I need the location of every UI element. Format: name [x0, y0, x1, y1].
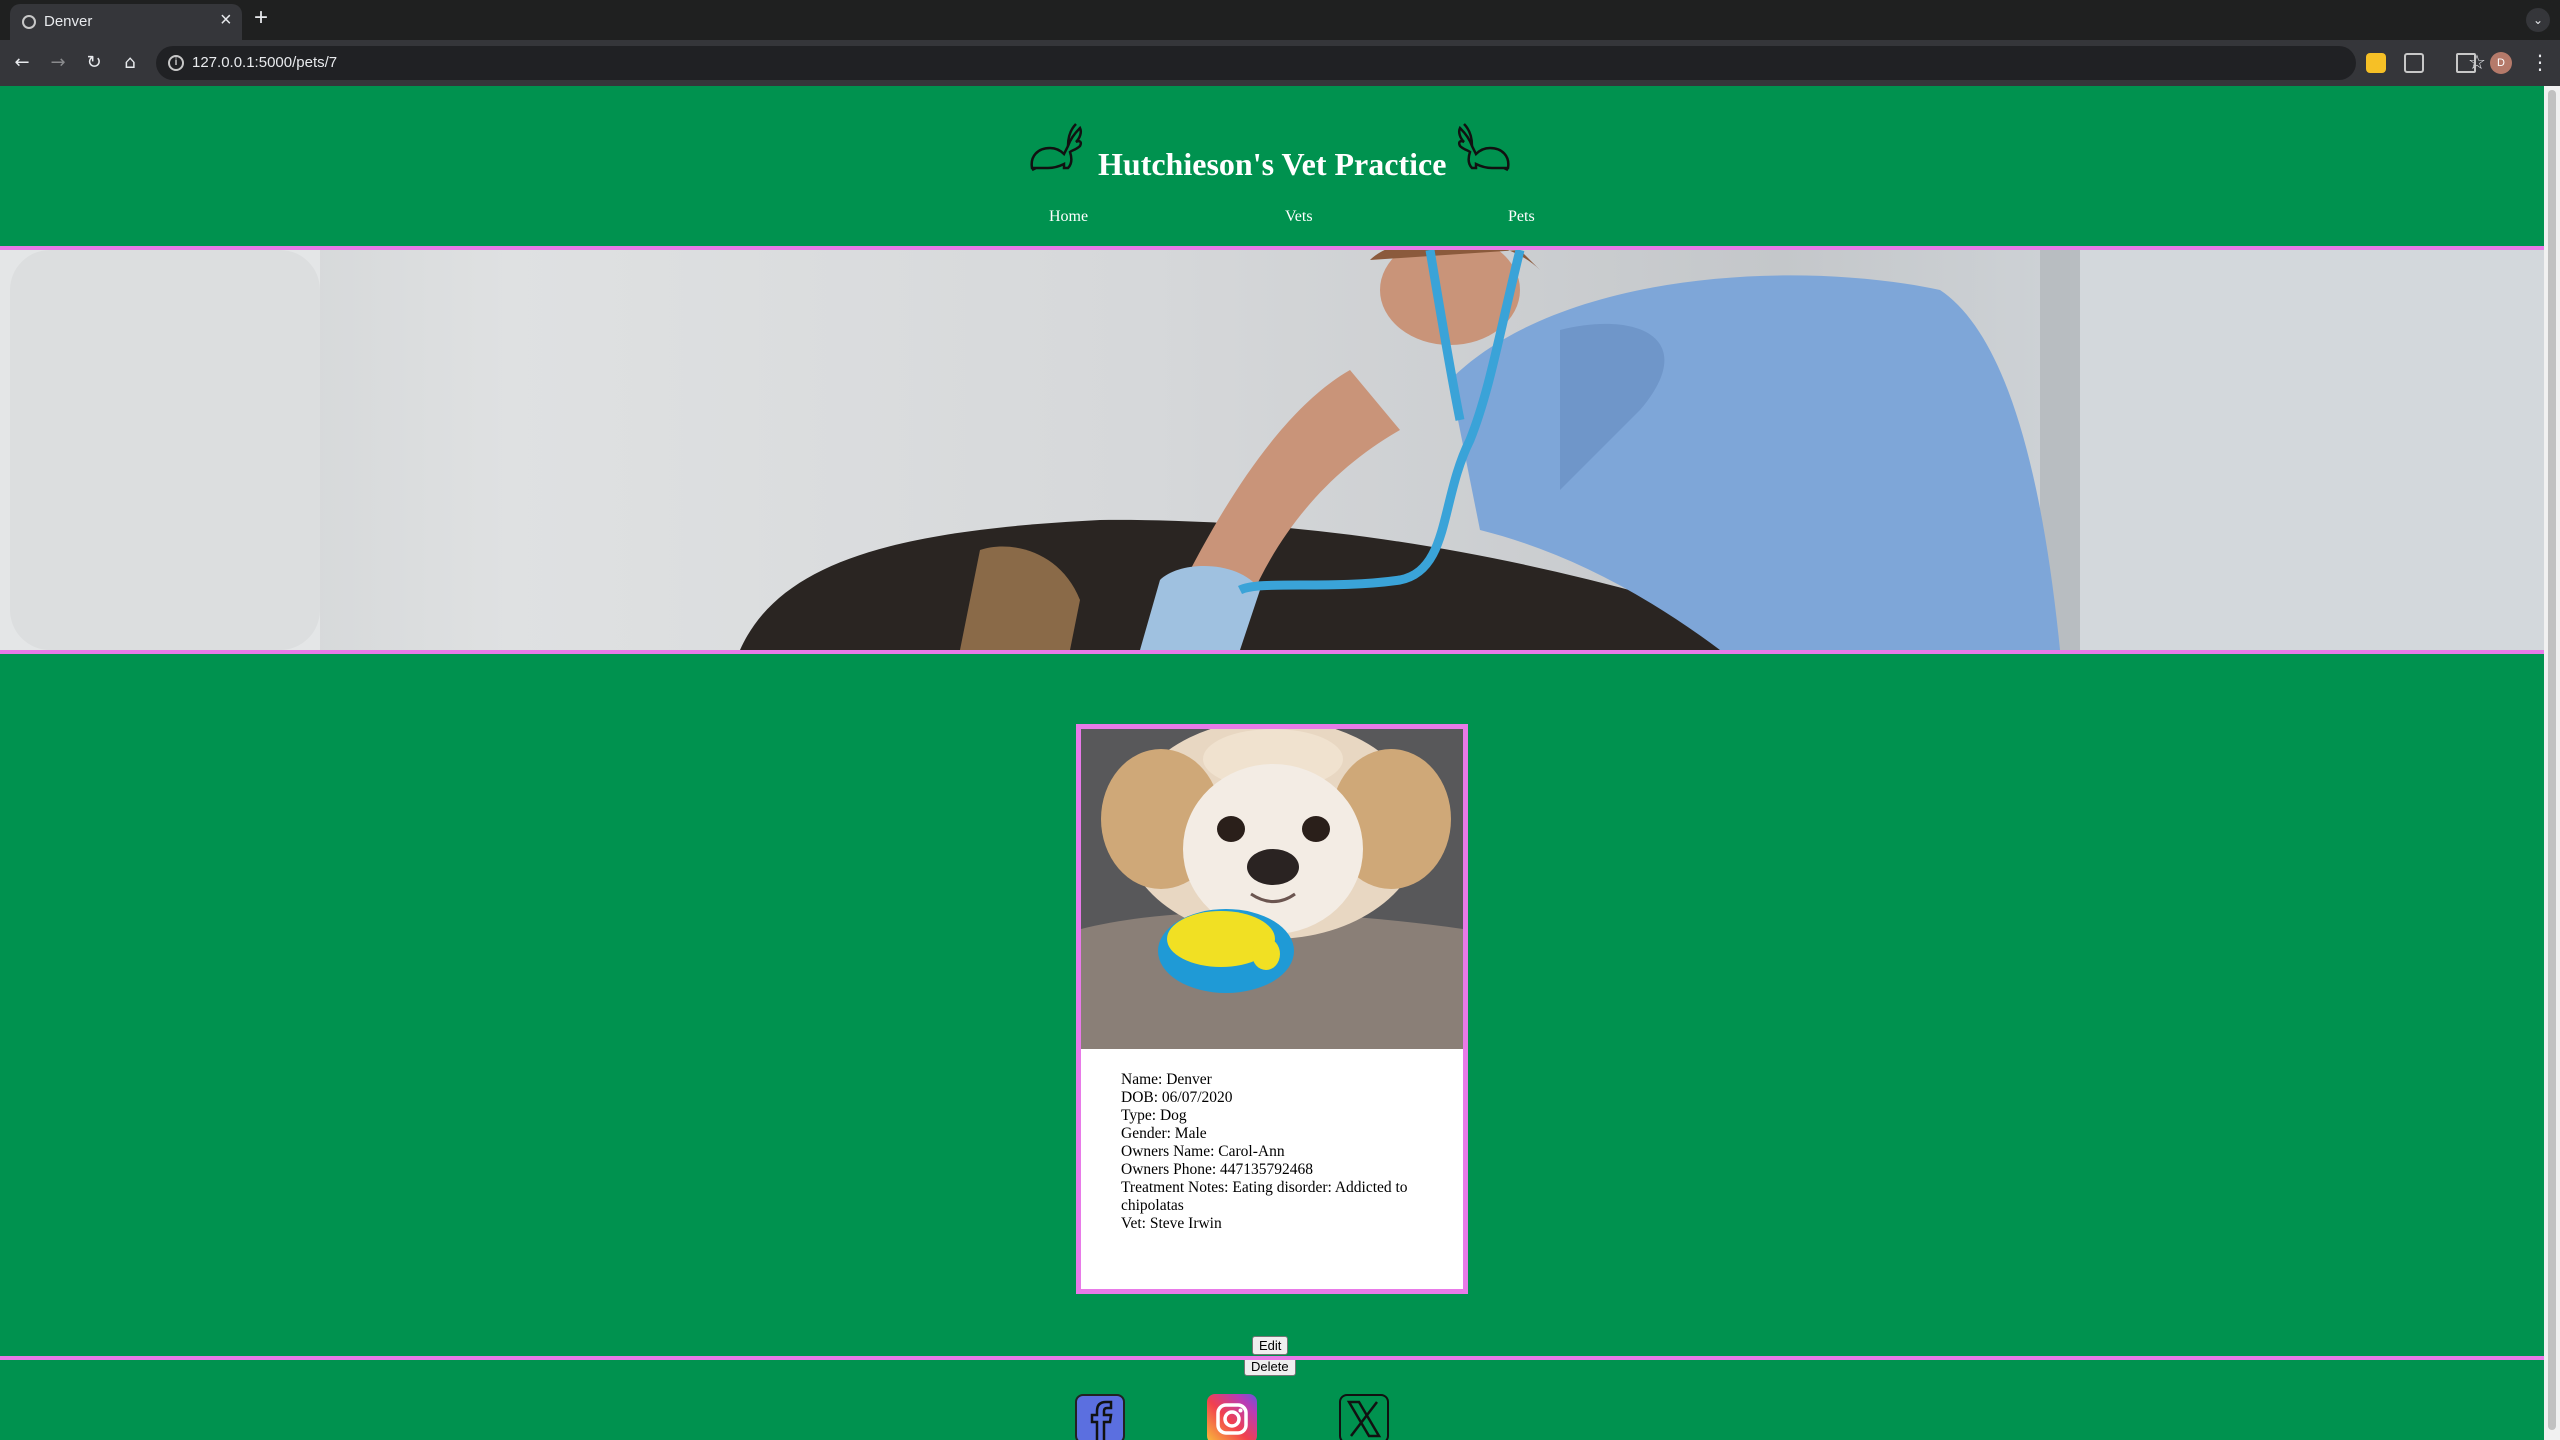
- close-tab-icon[interactable]: ×: [220, 10, 232, 30]
- forward-icon[interactable]: →: [46, 51, 70, 75]
- profile-avatar[interactable]: D: [2490, 52, 2512, 74]
- edit-button[interactable]: Edit: [1252, 1336, 1289, 1355]
- treatment-notes: Treatment Notes: Eating disorder: Addict…: [1121, 1179, 1408, 1214]
- tab-title: Denver: [44, 13, 93, 30]
- reload-icon[interactable]: ↻: [82, 51, 106, 75]
- pet-vet: Vet: Steve Irwin: [1121, 1215, 1222, 1232]
- back-icon[interactable]: ←: [10, 51, 34, 75]
- site-title: Hutchieson's Vet Practice: [1098, 146, 1447, 182]
- pet-type: Type: Dog: [1121, 1107, 1187, 1124]
- globe-icon: [22, 15, 36, 29]
- site-info-icon[interactable]: i: [168, 55, 184, 71]
- footer-divider: [0, 1356, 2544, 1360]
- url-text[interactable]: 127.0.0.1:5000/pets/7: [192, 54, 337, 71]
- owner-phone: Owners Phone: 447135792468: [1121, 1161, 1314, 1178]
- pet-name: Name: Denver: [1121, 1071, 1212, 1088]
- pet-gender: Gender: Male: [1121, 1125, 1207, 1142]
- rabbit-logo-icon: [1030, 123, 1083, 172]
- nav-pets-link[interactable]: Pets: [1508, 208, 1535, 226]
- site-header: Hutchieson's Vet Practice Home Vets Pets: [0, 86, 2544, 246]
- tab-search-button[interactable]: ⌄: [2526, 8, 2550, 32]
- nav-home-link[interactable]: Home: [1049, 208, 1088, 226]
- home-icon[interactable]: ⌂: [118, 51, 142, 75]
- browser-tab[interactable]: Denver ×: [10, 4, 242, 40]
- new-tab-button[interactable]: +: [254, 6, 268, 30]
- extension-icon[interactable]: [2366, 53, 2386, 73]
- page-scrollbar[interactable]: [2544, 86, 2560, 1440]
- nav-vets-link[interactable]: Vets: [1285, 208, 1313, 226]
- pet-details: Name: Denver DOB: 06/07/2020 Type: Dog G…: [1121, 1071, 1441, 1233]
- pet-photo: [1081, 729, 1463, 1049]
- hero-banner-image: [0, 246, 2544, 654]
- facebook-icon[interactable]: [1075, 1394, 1125, 1440]
- scrollbar-thumb[interactable]: [2548, 90, 2556, 1430]
- pet-dob: DOB: 06/07/2020: [1121, 1089, 1233, 1106]
- browser-tab-bar: Denver × + ⌄: [0, 0, 2560, 40]
- pet-card: Name: Denver DOB: 06/07/2020 Type: Dog G…: [1076, 724, 1468, 1376]
- side-panel-icon[interactable]: [2456, 53, 2476, 73]
- extensions-puzzle-icon[interactable]: [2404, 53, 2424, 73]
- owner-name: Owners Name: Carol-Ann: [1121, 1143, 1285, 1160]
- browser-toolbar: ← → ↻ ⌂ i 127.0.0.1:5000/pets/7 ☆ D ⋮: [0, 40, 2560, 86]
- menu-kebab-icon[interactable]: ⋮: [2530, 50, 2550, 74]
- page-content: Hutchieson's Vet Practice Home Vets Pets: [0, 86, 2544, 1440]
- x-icon[interactable]: [1339, 1394, 1389, 1440]
- instagram-icon[interactable]: [1207, 1394, 1257, 1440]
- rabbit-logo-icon: [1457, 123, 1510, 172]
- address-bar[interactable]: i 127.0.0.1:5000/pets/7 ☆: [156, 46, 2486, 80]
